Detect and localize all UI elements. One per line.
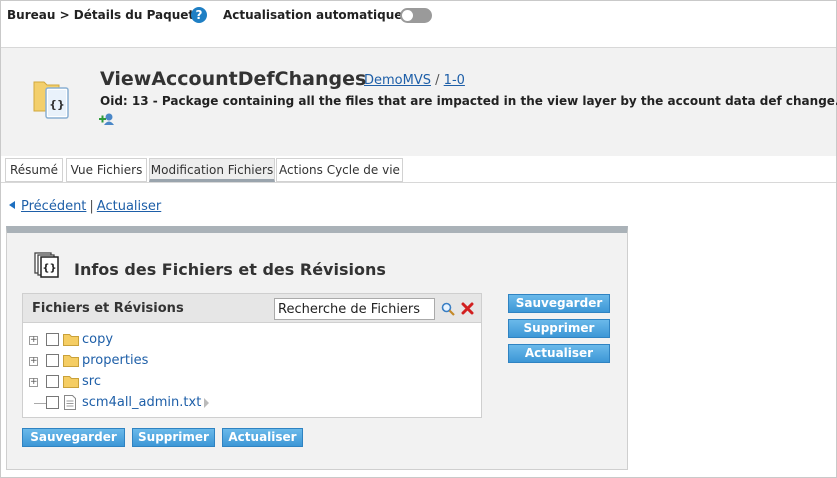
- breadcrumb: Bureau > Détails du Paquet: [7, 8, 195, 22]
- delete-button-side[interactable]: Supprimer: [508, 319, 610, 338]
- tree-node-file[interactable]: scm4all_admin.txt: [23, 393, 481, 414]
- tree-header: Fichiers et Révisions: [23, 294, 481, 323]
- folder-icon: [63, 355, 79, 367]
- search-icon[interactable]: [441, 302, 455, 316]
- help-icon[interactable]: ?: [191, 7, 207, 23]
- tree-node-label[interactable]: src: [82, 374, 101, 389]
- tree-node-label[interactable]: copy: [82, 332, 113, 347]
- svg-text:{}: {}: [42, 263, 56, 274]
- expand-icon[interactable]: +: [29, 336, 38, 345]
- previous-link[interactable]: Précédent: [21, 199, 86, 214]
- files-tree-panel: Fichiers et Révisions + copy + propertie…: [22, 293, 482, 418]
- project-link[interactable]: DemoMVS: [364, 73, 431, 88]
- checkbox[interactable]: [46, 396, 59, 409]
- refresh-link[interactable]: Actualiser: [97, 199, 161, 214]
- tree-node-label[interactable]: properties: [82, 353, 148, 368]
- tree-node-label[interactable]: scm4all_admin.txt: [82, 395, 201, 410]
- package-description: Oid: 13 - Package containing all the fil…: [100, 94, 837, 108]
- clear-icon[interactable]: [461, 302, 474, 315]
- files-icon: {}: [34, 252, 59, 278]
- package-links: DemoMVS / 1-0: [364, 73, 465, 88]
- file-icon: [64, 395, 76, 410]
- refresh-button-side[interactable]: Actualiser: [508, 344, 610, 363]
- top-bar: Bureau > Détails du Paquet ? Actualisati…: [0, 0, 837, 32]
- checkbox[interactable]: [46, 375, 59, 388]
- checkbox[interactable]: [46, 333, 59, 346]
- save-button-side[interactable]: Sauvegarder: [508, 294, 610, 313]
- save-button[interactable]: Sauvegarder: [22, 428, 125, 447]
- nav-separator: |: [89, 199, 94, 214]
- expand-arrow-icon[interactable]: [204, 398, 209, 408]
- checkbox[interactable]: [46, 354, 59, 367]
- tab-file-modification[interactable]: Modification Fichiers: [149, 158, 275, 182]
- delete-button[interactable]: Supprimer: [132, 428, 215, 447]
- expand-icon[interactable]: +: [29, 378, 38, 387]
- link-separator: /: [435, 73, 440, 88]
- nav-links: Précédent | Actualiser: [9, 199, 161, 214]
- tree-node-src[interactable]: + src: [23, 372, 481, 393]
- add-user-icon[interactable]: [99, 112, 115, 126]
- toggle-knob: [402, 10, 413, 21]
- refresh-button[interactable]: Actualiser: [222, 428, 303, 447]
- folder-icon: [63, 334, 79, 346]
- version-link[interactable]: 1-0: [444, 73, 465, 88]
- tree-node-properties[interactable]: + properties: [23, 351, 481, 372]
- svg-text:{}: {}: [49, 98, 65, 111]
- tree-header-label: Fichiers et Révisions: [32, 301, 184, 316]
- package-title: ViewAccountDefChanges: [100, 68, 367, 90]
- tree-node-copy[interactable]: + copy: [23, 330, 481, 351]
- tab-file-view[interactable]: Vue Fichiers: [66, 158, 147, 182]
- tab-divider: [1, 182, 836, 183]
- package-icon: {}: [33, 81, 69, 119]
- auto-refresh-toggle[interactable]: [400, 8, 432, 23]
- tab-summary[interactable]: Résumé: [5, 158, 63, 182]
- expand-icon[interactable]: +: [29, 357, 38, 366]
- auto-refresh-label: Actualisation automatique: [223, 8, 403, 22]
- search-input[interactable]: [274, 298, 435, 320]
- folder-icon: [63, 376, 79, 388]
- section-title: Infos des Fichiers et des Révisions: [74, 260, 386, 279]
- back-arrow-icon: [9, 201, 15, 209]
- tab-lifecycle-actions[interactable]: Actions Cycle de vie: [276, 158, 403, 182]
